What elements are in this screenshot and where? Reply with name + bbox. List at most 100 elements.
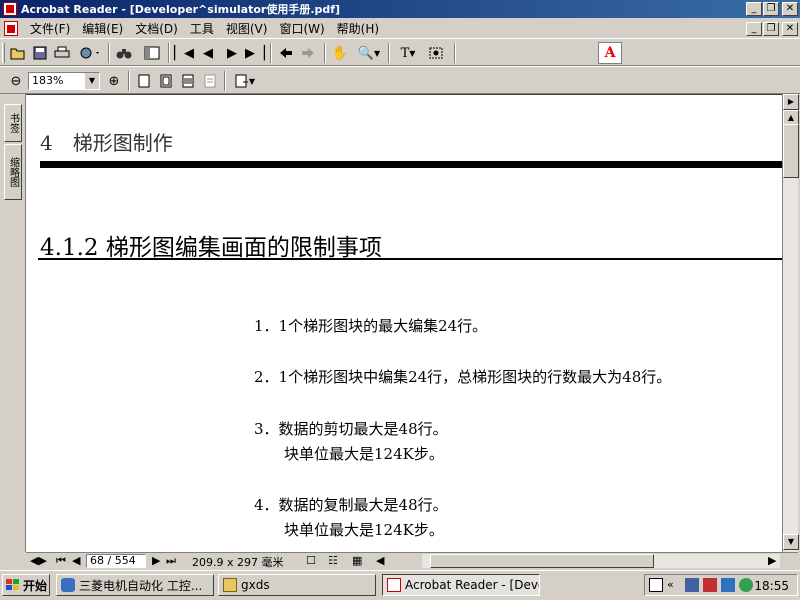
list-item: 块单位最大是124K步。 — [254, 445, 444, 463]
chevron-down-icon[interactable]: ▼ — [85, 73, 99, 89]
acrobat-app-icon[interactable] — [3, 2, 17, 16]
menu-edit[interactable]: 编辑(E) — [76, 20, 129, 37]
task-acrobat[interactable]: Acrobat Reader - [Devel... — [382, 574, 540, 596]
section-rule — [38, 258, 782, 260]
save-icon[interactable] — [30, 43, 50, 63]
fit-page-icon[interactable] — [156, 71, 176, 91]
fit-visible-icon[interactable] — [200, 71, 220, 91]
zoom-toolbar: ⊖ 183% ▼ ⊕ ▼ — [0, 66, 800, 94]
volume-icon[interactable] — [739, 578, 753, 592]
binoculars-icon[interactable] — [114, 43, 134, 63]
vertical-scrollbar[interactable]: ▶ ▲ ▼ — [782, 94, 799, 552]
zoom-out-icon[interactable]: ⊖ — [6, 71, 26, 91]
folder-open-icon[interactable] — [8, 43, 28, 63]
folder-icon — [223, 578, 237, 592]
main-toolbar: ▏◀ ◀ ▶ ▶▕ ✋ 🔍 ▼ T ▼ A — [0, 38, 800, 66]
zoom-level-value: 183% — [32, 74, 64, 87]
menu-view[interactable]: 视图(V) — [220, 20, 274, 37]
go-forward-icon[interactable] — [298, 43, 318, 63]
toolbar-separator — [128, 71, 130, 91]
document-view[interactable]: 4 梯形图制作 4.1.2 梯形图编集画面的限制事项 1．1个梯形图块的最大编集… — [26, 94, 782, 552]
menu-window[interactable]: 窗口(W) — [273, 20, 330, 37]
horizontal-scroll-thumb[interactable] — [430, 554, 654, 568]
acrobat-icon — [387, 578, 401, 592]
page-size-label: 209.9 x 297 毫米 — [192, 556, 284, 569]
first-page-status-icon[interactable]: ⏮ — [56, 554, 66, 568]
tab-thumbnails[interactable]: 缩略图 — [4, 144, 22, 200]
facing-pages-icon[interactable]: ▦ — [352, 554, 362, 567]
list-item: 3．数据的剪切最大是48行。 — [254, 420, 448, 438]
toolbar-separator — [454, 43, 456, 63]
actual-size-icon[interactable] — [134, 71, 154, 91]
email-icon[interactable] — [76, 43, 104, 63]
prev-page-status-icon[interactable]: ◀ — [72, 554, 80, 567]
first-page-icon[interactable]: ▏◀ — [174, 43, 194, 63]
shield-icon[interactable] — [721, 578, 735, 592]
hand-tool-icon[interactable]: ✋ — [330, 43, 350, 63]
restore-button[interactable]: ❐ — [763, 2, 779, 16]
tab-bookmarks[interactable]: 书签 — [4, 104, 22, 142]
network-icon[interactable] — [685, 578, 699, 592]
menu-document[interactable]: 文档(D) — [129, 20, 184, 37]
document-icon[interactable] — [4, 20, 18, 36]
task-browser[interactable]: 三菱电机自动化 工控... — [56, 574, 214, 596]
section-title: 4.1.2 梯形图编集画面的限制事项 — [40, 235, 382, 261]
page-number-field[interactable]: 68 / 554 — [86, 554, 146, 568]
snapshot-icon[interactable] — [426, 43, 446, 63]
toolbar-separator — [324, 43, 326, 63]
scroll-right-icon[interactable]: ▶ — [768, 554, 776, 567]
toolbar-separator — [270, 43, 272, 63]
close-button[interactable]: ✕ — [782, 2, 798, 16]
toolbar-separator — [168, 43, 170, 63]
start-button[interactable]: 开始 — [2, 574, 50, 596]
toolbar-grip[interactable] — [2, 43, 5, 63]
single-page-icon[interactable]: ☐ — [306, 554, 316, 567]
fit-width-icon[interactable] — [178, 71, 198, 91]
doc-close-button[interactable]: ✕ — [782, 22, 798, 36]
rotate-icon[interactable]: ▼ — [230, 71, 260, 91]
navigation-pane: 书签 缩略图 — [0, 94, 26, 552]
list-item: 2．1个梯形图块中编集24行，总梯形图块的行数最大为48行。 — [254, 368, 672, 386]
chapter-rule — [40, 161, 782, 168]
continuous-icon[interactable]: ☷ — [328, 554, 338, 567]
scroll-right-nav-icon[interactable]: ▶ — [783, 94, 799, 110]
menu-help[interactable]: 帮助(H) — [331, 20, 385, 37]
vertical-scroll-thumb[interactable] — [783, 124, 799, 178]
minimize-button[interactable]: _ — [746, 2, 762, 16]
text-select-icon[interactable]: T ▼ — [394, 43, 422, 63]
menu-file[interactable]: 文件(F) — [24, 20, 76, 37]
title-bar: Acrobat Reader - [Developer^simulator使用手… — [0, 0, 800, 18]
go-back-icon[interactable] — [276, 43, 296, 63]
windows-flag-icon — [6, 579, 20, 591]
split-handle-icon[interactable]: ◀▶ — [30, 554, 47, 567]
taskbar: 开始 三菱电机自动化 工控... gxds Acrobat Reader - [… — [0, 570, 800, 600]
task-folder[interactable]: gxds — [218, 574, 376, 596]
scroll-down-icon[interactable]: ▼ — [783, 534, 799, 550]
doc-minimize-button[interactable]: _ — [746, 22, 762, 36]
doc-restore-button[interactable]: ❐ — [763, 22, 779, 36]
previous-page-icon[interactable]: ◀ — [198, 43, 218, 63]
scroll-left-icon[interactable]: ◀ — [376, 554, 384, 567]
security-icon[interactable] — [703, 578, 717, 592]
last-page-icon[interactable]: ▶▕ — [245, 43, 265, 63]
next-page-status-icon[interactable]: ▶ — [152, 554, 160, 567]
zoom-in-plus-icon[interactable]: ⊕ — [104, 71, 124, 91]
clock[interactable]: 18:55 — [754, 579, 789, 593]
menu-tools[interactable]: 工具 — [184, 20, 220, 37]
list-item: 4．数据的复制最大是48行。 — [254, 496, 448, 514]
show-nav-pane-icon[interactable] — [142, 43, 162, 63]
adobe-logo-icon[interactable]: A — [598, 42, 622, 64]
zoom-level-field[interactable]: 183% ▼ — [28, 72, 100, 90]
print-icon[interactable] — [52, 43, 72, 63]
chevron-left-icon[interactable]: « — [667, 578, 681, 592]
task-label: gxds — [241, 578, 270, 592]
keyboard-icon[interactable] — [649, 578, 663, 592]
system-tray: « 18:55 — [644, 574, 798, 596]
next-page-icon[interactable]: ▶ — [222, 43, 242, 63]
toolbar-separator — [388, 43, 390, 63]
horizontal-scrollbar[interactable] — [422, 554, 780, 568]
task-label: 三菱电机自动化 工控... — [79, 578, 203, 593]
zoom-in-icon[interactable]: 🔍 ▼ — [354, 43, 384, 63]
last-page-status-icon[interactable]: ⏭ — [166, 554, 176, 568]
browser-icon — [61, 578, 75, 592]
